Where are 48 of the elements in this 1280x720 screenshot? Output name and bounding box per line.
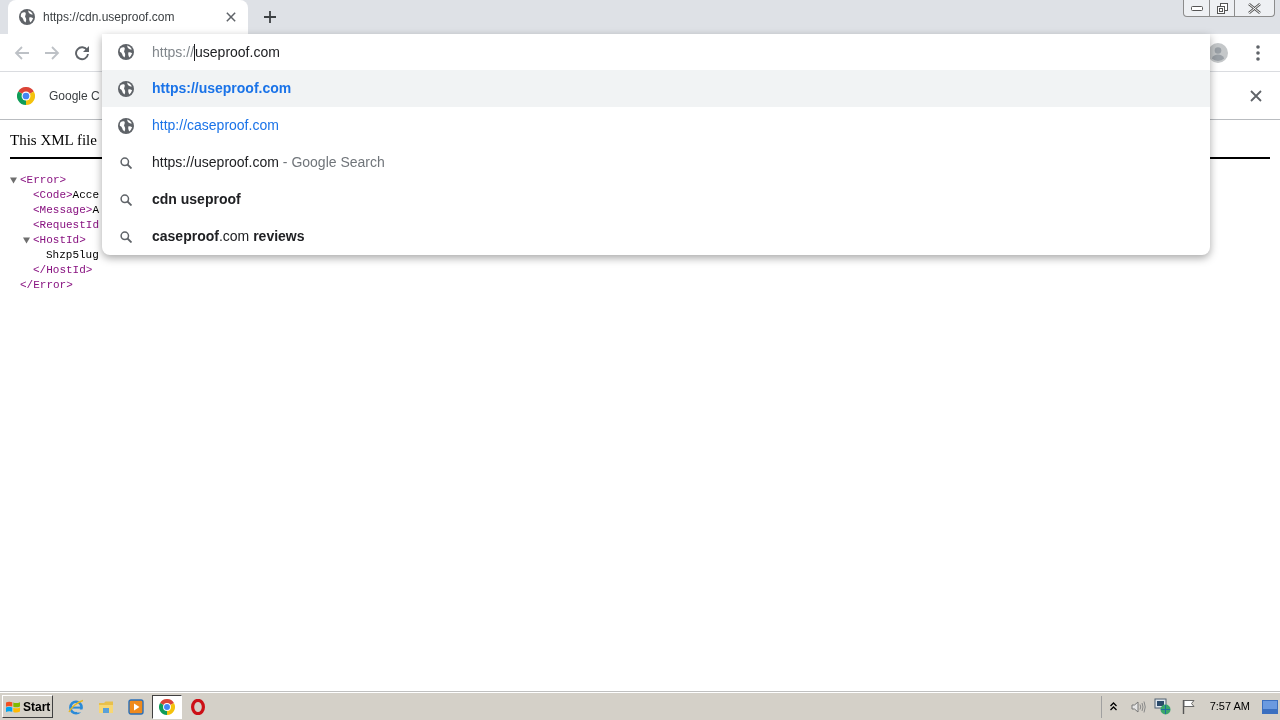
chevron-up-icon[interactable]: [1109, 702, 1117, 711]
suggestion-item[interactable]: cdn useproof: [102, 181, 1210, 218]
xml-tag: <Code>: [33, 188, 73, 203]
globe-icon: [118, 117, 134, 134]
restore-icon: [1216, 2, 1228, 14]
expand-triangle-icon[interactable]: [23, 237, 30, 244]
xml-value: Shzp5lug: [46, 248, 99, 263]
close-icon[interactable]: [1250, 89, 1262, 102]
globe-icon: [19, 9, 35, 25]
globe-icon: [118, 80, 134, 97]
show-desktop-icon[interactable]: [1262, 699, 1278, 714]
o-ring-icon[interactable]: [190, 698, 206, 715]
xml-notice: This XML file: [10, 132, 97, 149]
suggestion-item[interactable]: caseproof.com reviews: [102, 218, 1210, 255]
xml-value: Acce: [72, 188, 99, 203]
xml-tag: <RequestId: [33, 218, 99, 233]
infobar-message: Google C: [49, 87, 100, 105]
flag-icon[interactable]: [1181, 699, 1196, 714]
tile-flag-icon: [5, 699, 21, 714]
speaker-icon[interactable]: [1130, 699, 1146, 714]
suggestion-item[interactable]: https://useproof.com - Google Search: [102, 144, 1210, 181]
search-icon: [120, 230, 132, 243]
xml-tag: <Error>: [20, 173, 67, 188]
play-icon[interactable]: [128, 698, 144, 715]
close-icon: [1248, 2, 1261, 14]
expand-triangle-icon[interactable]: [10, 177, 17, 184]
reload-icon[interactable]: [74, 44, 90, 61]
search-icon: [120, 156, 132, 169]
xml-tag: </Error>: [20, 278, 73, 293]
network-icon[interactable]: [1153, 698, 1171, 715]
clock-time[interactable]: 7:57 AM: [1209, 698, 1250, 715]
tricolor-circle-icon: [17, 86, 35, 105]
xml-value: A: [92, 203, 100, 218]
text-cursor-icon: [194, 43, 196, 61]
menu-icon[interactable]: [1256, 44, 1260, 61]
browser-tab[interactable]: https://cdn.useproof.com: [8, 0, 248, 34]
globe-icon: [118, 44, 134, 60]
address-field[interactable]: https://useproof.com: [102, 34, 1210, 70]
search-icon: [120, 193, 132, 206]
close-icon[interactable]: [226, 12, 236, 22]
suggestion-item[interactable]: https://useproof.com: [102, 70, 1210, 107]
start-button[interactable]: Start: [2, 695, 53, 718]
xml-tag: </HostId>: [33, 263, 93, 278]
xml-tag: <Message>: [33, 203, 93, 218]
plus-icon[interactable]: [264, 11, 276, 23]
minimize-icon: [1190, 5, 1203, 11]
suggestion-item[interactable]: http://caseproof.com: [102, 107, 1210, 144]
xml-tag: <HostId>: [33, 233, 86, 248]
